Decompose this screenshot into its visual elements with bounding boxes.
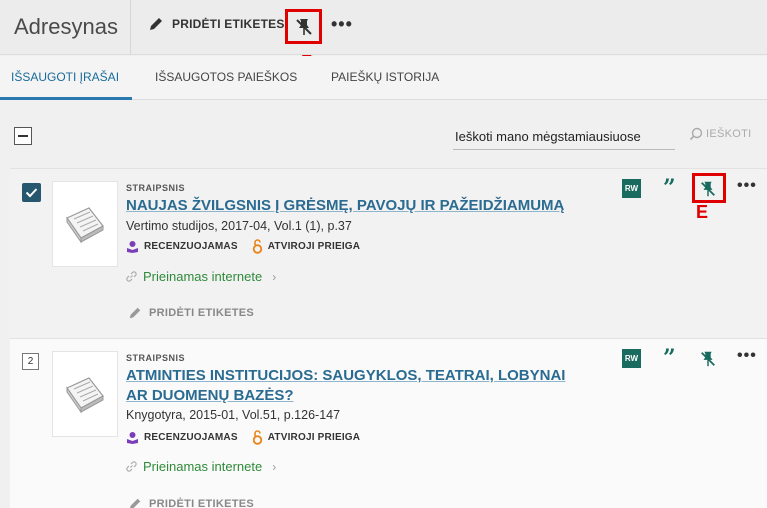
annotation-marker-e: E xyxy=(696,202,709,222)
open-lock-icon xyxy=(252,239,262,254)
add-labels-label: PRIDĖTI ETIKETES xyxy=(149,307,255,319)
unpin-icon xyxy=(295,18,312,35)
add-labels-label: PRIDĖTI ETIKETES xyxy=(172,17,285,31)
record-number[interactable]: 2 xyxy=(22,353,39,370)
select-all-checkbox[interactable] xyxy=(14,127,32,145)
add-labels-label: PRIDĖTI ETIKETES xyxy=(149,498,255,508)
unpin-all-button[interactable] xyxy=(285,9,322,44)
chevron-right-icon: › xyxy=(272,269,277,284)
chevron-right-icon: › xyxy=(272,459,277,474)
peer-reviewed-label: RECENZUOJAMAS xyxy=(144,432,238,443)
pencil-icon xyxy=(129,307,141,319)
link-icon xyxy=(126,271,137,282)
search-icon xyxy=(689,127,703,141)
unpin-record-button[interactable] xyxy=(698,179,718,199)
document-thumbnail[interactable] xyxy=(52,181,118,267)
open-access-label: ATVIROJI PRIEIGA xyxy=(267,241,361,252)
record-title[interactable]: NAUJAS ŽVILGSNIS Į GRĖSMĘ, PAVOJŲ IR PAŽ… xyxy=(126,196,566,216)
document-icon xyxy=(66,207,104,244)
peer-reviewed-badge: RECENZUOJAMAS xyxy=(126,240,238,253)
record-item: STRAIPSNIS NAUJAS ŽVILGSNIS Į GRĖSMĘ, PA… xyxy=(10,168,767,338)
available-online-link[interactable]: Prieinamas internete › xyxy=(126,459,276,474)
record-more-button[interactable]: ••• xyxy=(737,177,757,195)
unpin-record-button[interactable] xyxy=(698,349,718,369)
record-badges: RECENZUOJAMAS ATVIROJI PRIEIGA xyxy=(126,430,374,445)
open-access-badge: ATVIROJI PRIEIGA xyxy=(252,239,360,254)
record-actions: RW ” ••• xyxy=(622,345,762,373)
document-icon xyxy=(66,377,104,414)
open-access-label: ATVIROJI PRIEIGA xyxy=(267,432,361,443)
record-add-labels-button[interactable]: PRIDĖTI ETIKETES xyxy=(128,497,254,508)
peer-reviewed-icon xyxy=(127,241,138,253)
record-type: STRAIPSNIS xyxy=(126,183,186,193)
record-add-labels-button[interactable]: PRIDĖTI ETIKETES xyxy=(128,306,254,320)
tab-bar: IŠSAUGOTI ĮRAŠAI IŠSAUGOTOS PAIEŠKOS PAI… xyxy=(0,56,767,100)
record-type: STRAIPSNIS xyxy=(126,353,186,363)
record-citation: Vertimo studijos, 2017-04, Vol.1 (1), p.… xyxy=(126,219,352,233)
record-title[interactable]: ATMINTIES INSTITUCIJOS: SAUGYKLOS, TEATR… xyxy=(126,366,566,406)
available-online-link[interactable]: Prieinamas internete › xyxy=(126,269,276,284)
record-actions: RW ” ••• xyxy=(622,173,762,203)
tab-search-history[interactable]: PAIEŠKŲ ISTORIJA xyxy=(331,70,439,84)
add-labels-button[interactable]: PRIDĖTI ETIKETES xyxy=(148,16,285,32)
record-item: 2 STRAIPSNIS ATMINTIES INSTITUCIJOS: SAU… xyxy=(10,338,767,508)
available-online-label: Prieinamas internete xyxy=(143,269,263,284)
tab-saved-searches[interactable]: IŠSAUGOTOS PAIEŠKOS xyxy=(155,70,297,84)
checkmark-icon xyxy=(25,188,38,198)
search-input[interactable] xyxy=(453,124,675,150)
cite-button[interactable]: ” xyxy=(663,345,676,371)
record-more-button[interactable]: ••• xyxy=(737,347,757,365)
cite-button[interactable]: ” xyxy=(663,175,676,201)
unpin-icon xyxy=(701,181,715,197)
record-citation: Knygotyra, 2015-01, Vol.51, p.126-147 xyxy=(126,408,341,422)
link-icon xyxy=(126,461,137,472)
open-access-badge: ATVIROJI PRIEIGA xyxy=(252,430,360,445)
tab-saved-records[interactable]: IŠSAUGOTI ĮRAŠAI xyxy=(11,70,119,84)
pencil-icon xyxy=(130,498,141,508)
unpin-icon xyxy=(701,351,715,367)
search-button-label: IEŠKOTI xyxy=(706,128,752,140)
open-lock-icon xyxy=(252,430,262,445)
top-bar: Adresynas PRIDĖTI ETIKETES ••• xyxy=(0,0,767,55)
peer-reviewed-label: RECENZUOJAMAS xyxy=(144,241,238,252)
peer-reviewed-badge: RECENZUOJAMAS xyxy=(126,431,238,444)
active-tab-indicator xyxy=(0,97,132,100)
divider xyxy=(130,0,131,55)
search-button[interactable]: IEŠKOTI xyxy=(689,127,752,141)
pencil-icon xyxy=(150,18,162,30)
peer-reviewed-icon xyxy=(127,432,138,444)
record-badges: RECENZUOJAMAS ATVIROJI PRIEIGA xyxy=(126,239,374,254)
refworks-button[interactable]: RW xyxy=(622,179,641,198)
document-thumbnail[interactable] xyxy=(52,351,118,437)
page-title: Adresynas xyxy=(14,14,118,39)
available-online-label: Prieinamas internete xyxy=(143,459,263,474)
record-checkbox[interactable] xyxy=(22,183,41,202)
more-options-button[interactable]: ••• xyxy=(331,14,353,35)
refworks-button[interactable]: RW xyxy=(622,349,641,368)
